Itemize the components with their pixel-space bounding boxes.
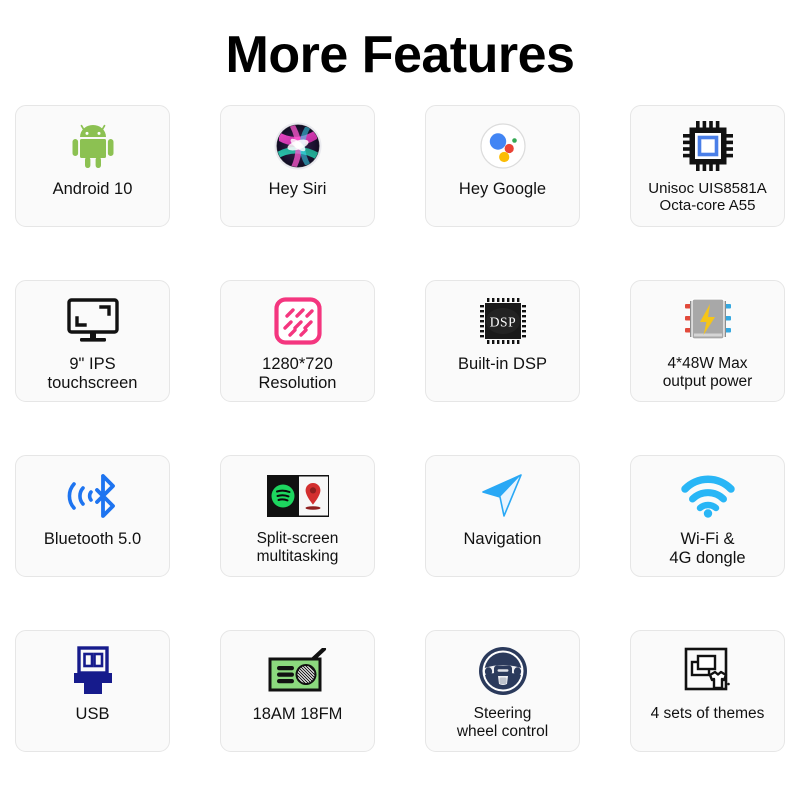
feature-card-bluetooth[interactable]: Bluetooth 5.0	[15, 454, 170, 577]
themes-icon	[683, 640, 733, 702]
feature-label: Android 10	[52, 179, 133, 198]
feature-label: USB	[75, 704, 110, 723]
feature-label: Wi-Fi & 4G dongle	[669, 529, 746, 567]
feature-card-wifi[interactable]: Wi-Fi & 4G dongle	[630, 454, 785, 577]
feature-card-dsp[interactable]: DSP Built-in DSP	[425, 279, 580, 402]
feature-card-usb[interactable]: USB	[15, 629, 170, 752]
feature-card-google-assistant[interactable]: Hey Google	[425, 104, 580, 227]
feature-grid-page: More Features Android 10 Hey Siri Hey Go…	[0, 0, 800, 800]
feature-card-resolution[interactable]: 1280*720 Resolution	[220, 279, 375, 402]
feature-card-radio[interactable]: 18AM 18FM	[220, 629, 375, 752]
feature-label: Steering wheel control	[456, 704, 549, 740]
feature-card-split-screen[interactable]: Split-screen multitasking	[220, 454, 375, 577]
feature-card-navigation[interactable]: Navigation	[425, 454, 580, 577]
feature-card-display[interactable]: 9" IPS touchscreen	[15, 279, 170, 402]
feature-card-siri[interactable]: Hey Siri	[220, 104, 375, 227]
feature-label: Hey Siri	[268, 179, 327, 198]
bluetooth-icon	[65, 465, 121, 527]
svg-text:DSP: DSP	[489, 314, 516, 329]
feature-label: 1280*720 Resolution	[258, 354, 337, 392]
usb-connector-icon	[71, 640, 115, 702]
feature-label: Bluetooth 5.0	[43, 529, 142, 548]
navigation-arrow-icon	[477, 465, 529, 527]
feature-label: 9" IPS touchscreen	[47, 354, 138, 392]
feature-label: Navigation	[463, 529, 542, 548]
google-assistant-icon	[476, 115, 530, 177]
page-title: More Features	[225, 26, 575, 84]
radio-icon	[267, 640, 329, 702]
siri-orb-icon	[271, 115, 325, 177]
android-robot-icon	[66, 115, 120, 177]
resolution-pattern-icon	[273, 290, 322, 352]
feature-label: 4*48W Max output power	[662, 354, 753, 390]
feature-label: Unisoc UIS8581A Octa-core A55	[648, 179, 767, 214]
feature-card-android[interactable]: Android 10	[15, 104, 170, 227]
feature-card-output-power[interactable]: 4*48W Max output power	[630, 279, 785, 402]
cpu-chip-icon	[682, 115, 733, 177]
dsp-chip-icon: DSP	[478, 290, 528, 352]
feature-label: Split-screen multitasking	[256, 529, 339, 565]
feature-card-cpu[interactable]: Unisoc UIS8581A Octa-core A55	[630, 104, 785, 227]
amplifier-power-icon	[681, 290, 735, 352]
feature-label: 4 sets of themes	[650, 704, 765, 722]
monitor-screen-icon	[66, 290, 120, 352]
split-screen-icon	[266, 465, 329, 527]
features-grid: Android 10 Hey Siri Hey Google Unisoc UI…	[0, 104, 800, 752]
feature-card-themes[interactable]: 4 sets of themes	[630, 629, 785, 752]
feature-label: Built-in DSP	[458, 354, 547, 373]
wifi-icon	[680, 465, 736, 527]
feature-card-steering-wheel[interactable]: Steering wheel control	[425, 629, 580, 752]
steering-wheel-icon	[477, 640, 529, 702]
feature-label: 18AM 18FM	[252, 704, 343, 723]
feature-label: Hey Google	[458, 179, 547, 198]
